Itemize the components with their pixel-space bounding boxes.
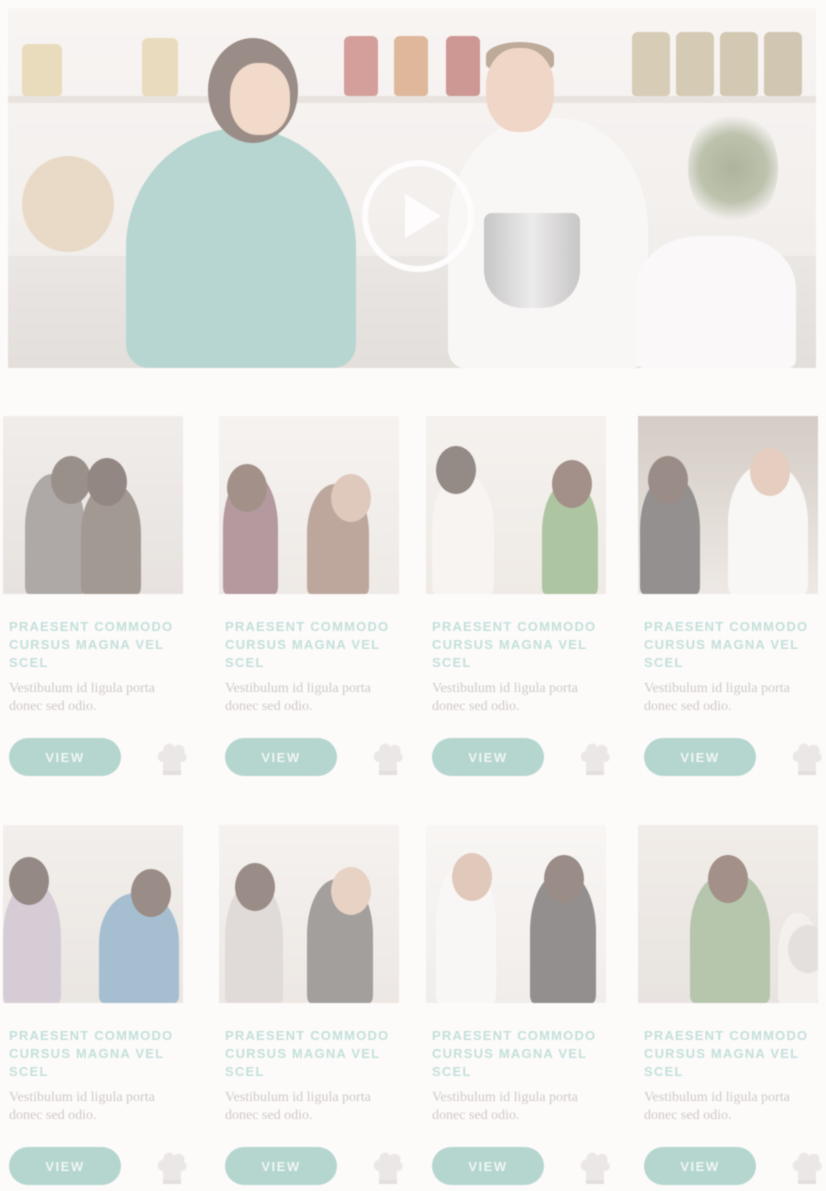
hero-mixing-bowl (484, 213, 580, 308)
view-button[interactable]: VIEW (432, 738, 544, 776)
card-title: PRAESENT COMMODO CURSUS MAGNA VEL SCEL (644, 619, 809, 670)
card-thumbnail[interactable] (3, 416, 183, 594)
hero-jar (632, 32, 670, 96)
thumbnail-person-head (648, 456, 688, 504)
card-thumbnail[interactable] (638, 416, 818, 594)
page: PRAESENT COMMODO CURSUS MAGNA VEL SCEL V… (0, 0, 826, 1191)
hero-jar (676, 32, 714, 96)
view-button[interactable]: VIEW (225, 738, 337, 776)
card-actions: VIEW (9, 738, 191, 778)
card-actions: VIEW (644, 1147, 826, 1187)
video-card: PRAESENT COMMODO CURSUS MAGNA VEL SCEL V… (3, 416, 193, 776)
play-icon[interactable] (362, 160, 474, 272)
thumbnail-person-head (331, 474, 371, 522)
view-button[interactable]: VIEW (9, 1147, 121, 1185)
view-button[interactable]: VIEW (432, 1147, 544, 1185)
card-thumbnail[interactable] (219, 825, 399, 1003)
card-title: PRAESENT COMMODO CURSUS MAGNA VEL SCEL (9, 1028, 174, 1079)
hero-video[interactable] (8, 8, 816, 368)
chef-hat-icon[interactable] (578, 740, 612, 776)
card-description: Vestibulum id ligula porta donec sed odi… (644, 681, 790, 714)
thumbnail-person-head (131, 869, 171, 917)
card-thumbnail[interactable] (3, 825, 183, 1003)
chef-hat-icon[interactable] (155, 1149, 189, 1185)
hero-jar (394, 36, 428, 96)
card-actions: VIEW (432, 738, 614, 778)
hero-woman-face (230, 63, 290, 135)
hero-jar (720, 32, 758, 96)
hero-jar (446, 36, 480, 96)
view-button[interactable]: VIEW (644, 1147, 756, 1185)
card-description: Vestibulum id ligula porta donec sed odi… (225, 1090, 371, 1123)
hero-kitchen-machine (636, 236, 796, 368)
card-actions: VIEW (432, 1147, 614, 1187)
card-actions: VIEW (9, 1147, 191, 1187)
card-thumbnail[interactable] (426, 416, 606, 594)
video-card: PRAESENT COMMODO CURSUS MAGNA VEL SCEL V… (638, 416, 826, 776)
video-card: PRAESENT COMMODO CURSUS MAGNA VEL SCEL V… (3, 825, 193, 1185)
card-actions: VIEW (225, 1147, 407, 1187)
card-description: Vestibulum id ligula porta donec sed odi… (432, 681, 578, 714)
hero-jar (142, 38, 178, 96)
card-title: PRAESENT COMMODO CURSUS MAGNA VEL SCEL (432, 1028, 597, 1079)
card-actions: VIEW (644, 738, 826, 778)
card-thumbnail[interactable] (638, 825, 818, 1003)
card-description: Vestibulum id ligula porta donec sed odi… (225, 681, 371, 714)
video-card: PRAESENT COMMODO CURSUS MAGNA VEL SCEL V… (426, 825, 616, 1185)
card-thumbnail[interactable] (219, 416, 399, 594)
hero-cutting-board (22, 156, 114, 252)
thumbnail-person-head (708, 855, 748, 903)
thumbnail-person-head (9, 857, 49, 905)
card-description: Vestibulum id ligula porta donec sed odi… (9, 681, 155, 714)
thumbnail-person-head (87, 458, 127, 506)
video-card: PRAESENT COMMODO CURSUS MAGNA VEL SCEL V… (219, 825, 409, 1185)
card-description: Vestibulum id ligula porta donec sed odi… (644, 1090, 790, 1123)
video-card: PRAESENT COMMODO CURSUS MAGNA VEL SCEL V… (219, 416, 409, 776)
thumbnail-person-head (552, 460, 592, 508)
hero-jar (22, 44, 62, 96)
card-title: PRAESENT COMMODO CURSUS MAGNA VEL SCEL (225, 1028, 390, 1079)
card-title: PRAESENT COMMODO CURSUS MAGNA VEL SCEL (9, 619, 174, 670)
thumbnail-person-head (235, 863, 275, 911)
card-description: Vestibulum id ligula porta donec sed odi… (9, 1090, 155, 1123)
chef-hat-icon[interactable] (790, 1149, 824, 1185)
hero-woman (126, 128, 356, 368)
thumbnail-person-head (452, 853, 492, 901)
thumbnail-person-head (51, 456, 91, 504)
card-title: PRAESENT COMMODO CURSUS MAGNA VEL SCEL (432, 619, 597, 670)
view-button[interactable]: VIEW (9, 738, 121, 776)
hero-shelf (8, 96, 816, 103)
chef-hat-icon[interactable] (578, 1149, 612, 1185)
card-title: PRAESENT COMMODO CURSUS MAGNA VEL SCEL (644, 1028, 809, 1079)
view-button[interactable]: VIEW (225, 1147, 337, 1185)
chef-hat-icon[interactable] (371, 740, 405, 776)
chef-hat-icon[interactable] (371, 1149, 405, 1185)
chef-hat-icon[interactable] (790, 740, 824, 776)
play-triangle (405, 194, 441, 238)
thumbnail-person-head (544, 855, 584, 903)
card-description: Vestibulum id ligula porta donec sed odi… (432, 1090, 578, 1123)
thumbnail-person-head (331, 867, 371, 915)
hero-plant (688, 108, 778, 228)
hero-jar (344, 36, 378, 96)
thumbnail-person-head (750, 448, 790, 496)
hero-chef-face (486, 48, 554, 132)
card-actions: VIEW (225, 738, 407, 778)
chef-hat-icon[interactable] (155, 740, 189, 776)
view-button[interactable]: VIEW (644, 738, 756, 776)
video-card: PRAESENT COMMODO CURSUS MAGNA VEL SCEL V… (426, 416, 616, 776)
hero-jar (764, 32, 802, 96)
thumbnail-person-head (227, 464, 267, 512)
card-thumbnail[interactable] (426, 825, 606, 1003)
card-title: PRAESENT COMMODO CURSUS MAGNA VEL SCEL (225, 619, 390, 670)
video-card: PRAESENT COMMODO CURSUS MAGNA VEL SCEL V… (638, 825, 826, 1185)
thumbnail-person-head (436, 446, 476, 494)
